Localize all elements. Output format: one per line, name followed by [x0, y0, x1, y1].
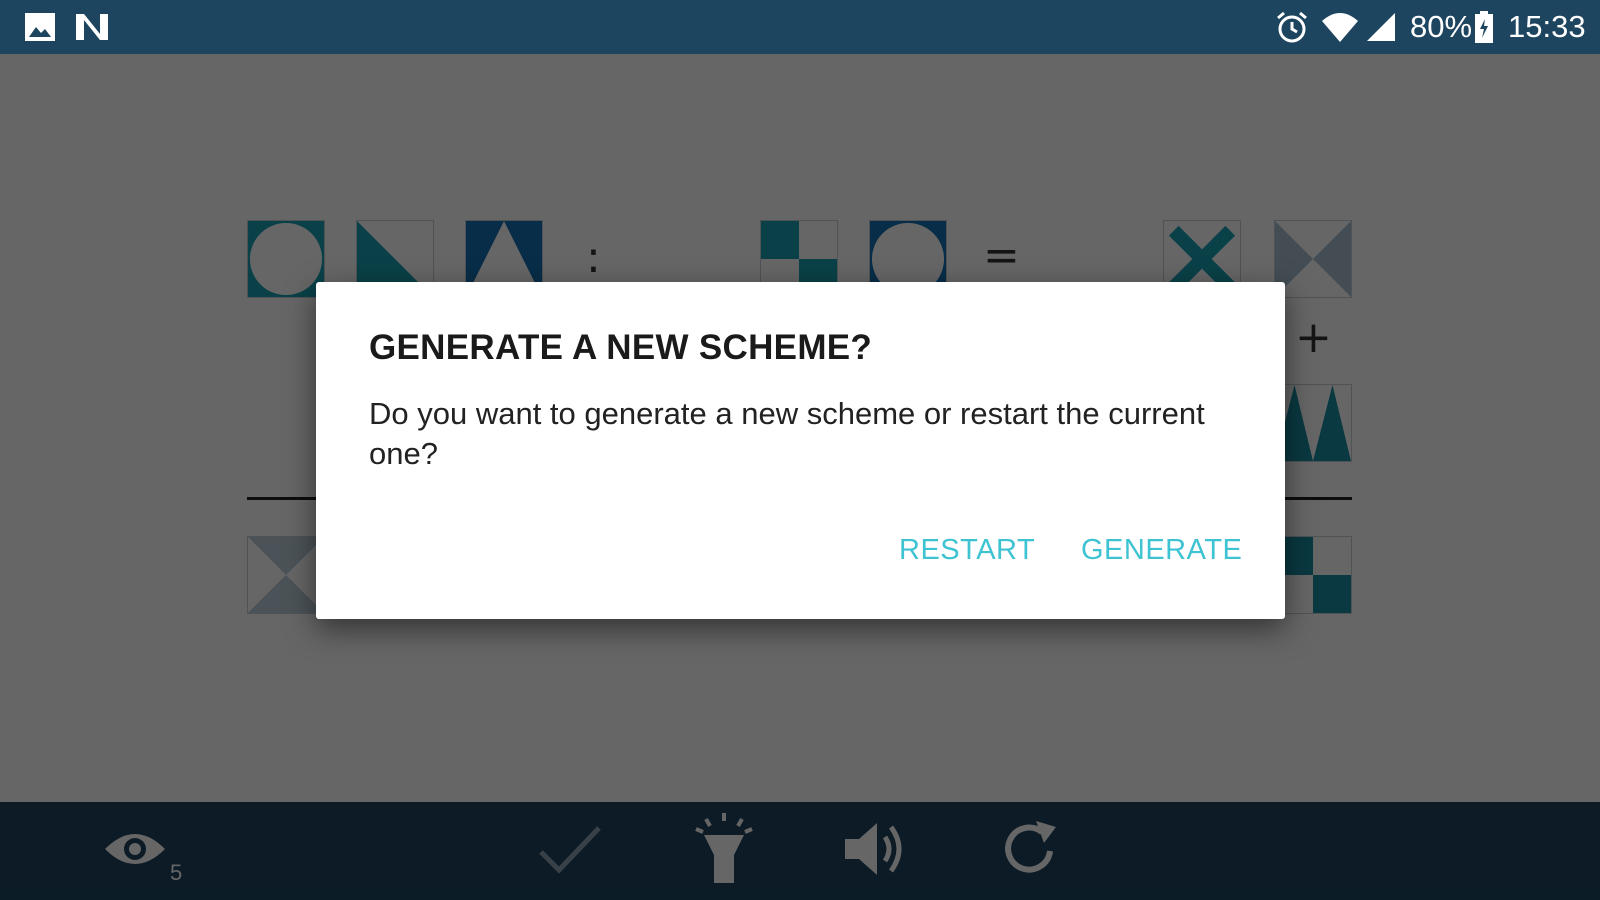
battery-icon: [1470, 0, 1498, 54]
status-bar: 80% 15:33: [0, 0, 1600, 54]
generate-button[interactable]: GENERATE: [1081, 534, 1242, 567]
clock: 15:33: [1508, 9, 1586, 44]
alarm-icon: [1272, 0, 1312, 54]
battery-percent: 80%: [1410, 9, 1473, 44]
dialog-title: GENERATE A NEW SCHEME?: [369, 328, 873, 367]
n-app-icon: [72, 0, 112, 54]
dialog-message: Do you want to generate a new scheme or …: [369, 396, 1205, 471]
wifi-icon: [1318, 0, 1362, 54]
new-scheme-dialog: GENERATE A NEW SCHEME? Do you want to ge…: [316, 282, 1285, 619]
restart-button[interactable]: RESTART: [899, 534, 1035, 567]
image-icon: [22, 0, 58, 54]
signal-icon: [1362, 0, 1400, 54]
